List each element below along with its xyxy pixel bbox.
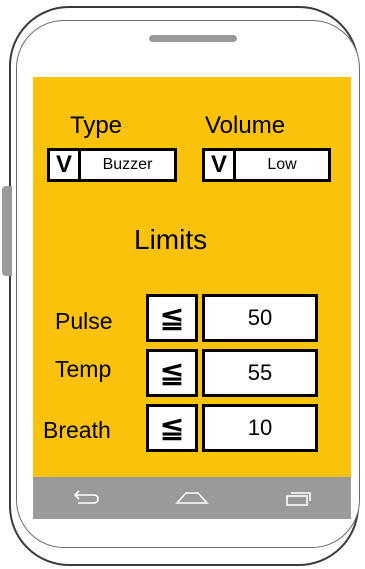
temp-value-field[interactable]: 55 [202, 349, 318, 397]
home-icon[interactable] [172, 486, 212, 510]
phone-side-button [2, 186, 12, 276]
volume-label: Volume [205, 112, 286, 139]
pulse-label: Pulse [55, 308, 113, 334]
breath-comparator-button[interactable]: ≦ [146, 404, 198, 452]
recents-icon[interactable] [278, 486, 318, 510]
breath-limit-row: ≦ 10 [146, 404, 318, 452]
volume-dropdown-toggle[interactable]: V [205, 151, 236, 179]
type-dropdown-value: Buzzer [102, 156, 153, 173]
temp-comparator-button[interactable]: ≦ [146, 349, 198, 397]
type-dropdown[interactable]: V Buzzer [47, 148, 177, 182]
temp-limit-row: ≦ 55 [146, 349, 318, 397]
pulse-comparator-button[interactable]: ≦ [146, 294, 198, 342]
navigation-bar [33, 477, 351, 519]
breath-label: Breath [43, 417, 111, 443]
volume-dropdown-value: Low [267, 156, 297, 173]
phone-speaker [149, 35, 237, 42]
pulse-value-field[interactable]: 50 [202, 294, 318, 342]
back-icon[interactable] [66, 486, 106, 510]
type-dropdown-toggle[interactable]: V [50, 151, 81, 179]
pulse-limit-row: ≦ 50 [146, 294, 318, 342]
breath-value-field[interactable]: 10 [202, 404, 318, 452]
app-screen: Type V Buzzer Volume V Low Limits Pulse … [33, 77, 351, 519]
temp-label: Temp [55, 356, 112, 382]
limits-title: Limits [134, 224, 208, 255]
type-label: Type [70, 112, 123, 139]
volume-dropdown[interactable]: V Low [202, 148, 331, 182]
